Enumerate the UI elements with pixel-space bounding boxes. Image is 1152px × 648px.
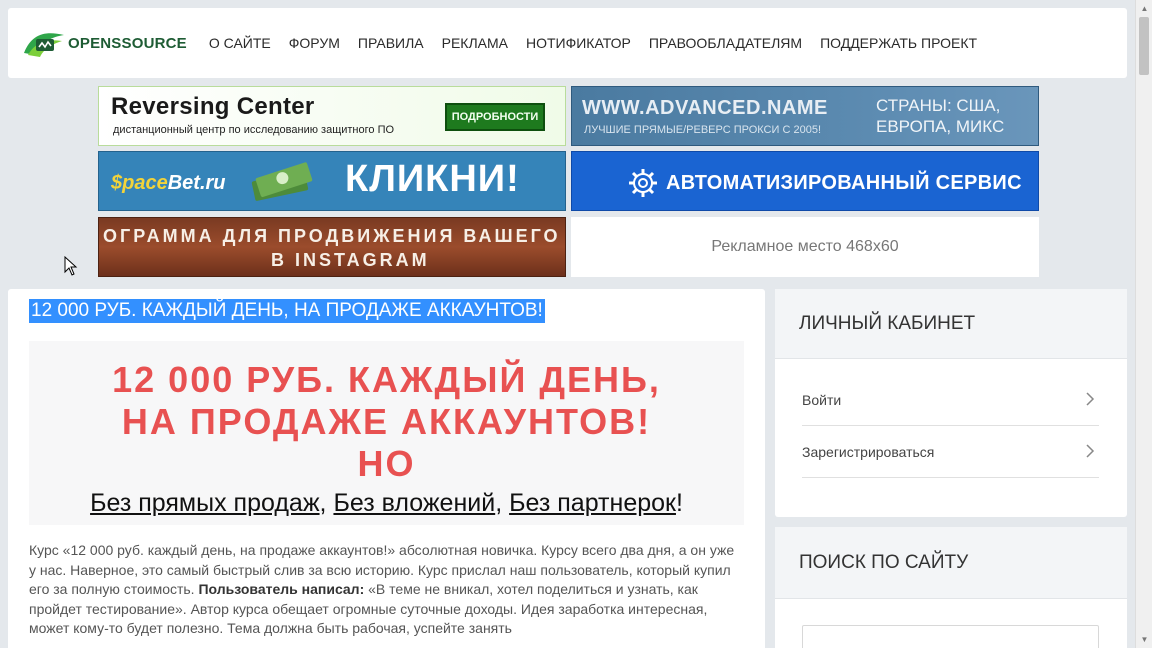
- login-link[interactable]: Войти: [802, 374, 1099, 426]
- promo-line1: 12 000 РУБ. КАЖДЫЙ ДЕНЬ,: [112, 359, 661, 400]
- banner-spacebet[interactable]: $paceBet.ru КЛИКНИ!: [98, 151, 566, 211]
- banner-placeholder-text: Рекламное место 468х60: [711, 238, 899, 255]
- banner-instagram[interactable]: ОГРАММА ДЛЯ ПРОДВИЖЕНИЯ ВАШЕГО БИЗНЕ В I…: [98, 217, 566, 277]
- scroll-down-arrow-icon[interactable]: ▼: [1136, 631, 1152, 648]
- promo-sub-item: Без вложений: [333, 489, 496, 517]
- promo-line3: НО: [357, 443, 416, 484]
- banner-line2: В INSTAGRAM: [271, 250, 430, 270]
- banner-automated-service[interactable]: АВТОМАТИЗИРОВАННЫЙ СЕРВИС: [571, 151, 1039, 211]
- nav-copyright[interactable]: ПРАВООБЛАДАТЕЛЯМ: [649, 35, 802, 51]
- banner-countries-line2: ЕВРОПА, МИКС: [876, 117, 1005, 136]
- chevron-right-icon: [1086, 392, 1095, 406]
- nav-about[interactable]: О САЙТЕ: [209, 35, 271, 51]
- register-link[interactable]: Зарегистрироваться: [802, 426, 1099, 478]
- post-body: Курс «12 000 руб. каждый день, на продаж…: [29, 541, 741, 639]
- banner-text: АВТОМАТИЗИРОВАННЫЙ СЕРВИС: [666, 172, 1022, 194]
- banner-details-button[interactable]: ПОДРОБНОСТИ: [445, 103, 545, 131]
- main-nav: О САЙТЕ ФОРУМ ПРАВИЛА РЕКЛАМА НОТИФИКАТО…: [209, 35, 995, 51]
- spacebet-logo: $paceBet.ru: [111, 172, 226, 195]
- banner-title: Reversing Center: [111, 93, 315, 120]
- banner-reversing-center[interactable]: Reversing Center дистанционный центр по …: [98, 86, 566, 146]
- login-label: Войти: [802, 391, 842, 408]
- scroll-thumb[interactable]: [1139, 17, 1149, 75]
- account-widget-title: ЛИЧНЫЙ КАБИНЕТ: [775, 289, 1127, 359]
- promo-sub-separator: ,: [319, 489, 334, 517]
- post-text-bold: Пользователь написал:: [198, 581, 365, 597]
- spacebet-logo-bet: Bet: [167, 172, 200, 194]
- banner-countries: СТРАНЫ: США, ЕВРОПА, МИКС: [876, 95, 1004, 137]
- banner-advanced-name[interactable]: WWW.ADVANCED.NAME ЛУЧШИЕ ПРЯМЫЕ/РЕВЕРС П…: [571, 86, 1039, 146]
- banner-placeholder[interactable]: Рекламное место 468х60: [571, 217, 1039, 277]
- page-scrollbar[interactable]: ▲ ▼: [1135, 0, 1152, 648]
- nav-advertising[interactable]: РЕКЛАМА: [442, 35, 508, 51]
- search-input[interactable]: [802, 625, 1099, 648]
- promo-subtitle: Без прямых продаж, Без вложений, Без пар…: [29, 489, 744, 518]
- banner-subtitle: дистанционный центр по исследованию защи…: [113, 124, 395, 136]
- spacebet-logo-dollar: $pace: [111, 172, 168, 194]
- post-title[interactable]: 12 000 РУБ. КАЖДЫЙ ДЕНЬ, НА ПРОДАЖЕ АККА…: [29, 299, 545, 323]
- promo-sub-end: !: [675, 489, 683, 517]
- promo-sub-separator: ,: [495, 489, 510, 517]
- logo-text: OPENSSOURCE: [68, 34, 187, 52]
- search-widget: ПОИСК ПО САЙТУ: [775, 527, 1127, 648]
- promo-sub-item: Без прямых продаж: [90, 489, 320, 517]
- site-logo[interactable]: OPENSSOURCE: [22, 27, 187, 59]
- nav-forum[interactable]: ФОРУМ: [289, 35, 340, 51]
- banner-subtitle: ЛУЧШИЕ ПРЯМЫЕ/РЕВЕРС ПРОКСИ С 2005!: [584, 124, 821, 136]
- post-promo-image: 12 000 РУБ. КАЖДЫЙ ДЕНЬ, НА ПРОДАЖЕ АККА…: [29, 341, 744, 525]
- money-stack-icon: [251, 162, 313, 201]
- post-content: 12 000 РУБ. КАЖДЫЙ ДЕНЬ, НА ПРОДАЖЕ АККА…: [8, 289, 765, 648]
- promo-sub-item: Без партнерок: [509, 489, 676, 517]
- site-header: OPENSSOURCE О САЙТЕ ФОРУМ ПРАВИЛА РЕКЛАМ…: [8, 8, 1127, 78]
- scroll-up-arrow-icon[interactable]: ▲: [1136, 0, 1152, 17]
- banner-title: WWW.ADVANCED.NAME: [582, 97, 828, 119]
- gear-icon: [629, 169, 657, 197]
- banner-line1: ОГРАММА ДЛЯ ПРОДВИЖЕНИЯ ВАШЕГО БИЗНЕ: [103, 226, 565, 246]
- mouse-cursor-icon: [64, 256, 78, 276]
- nav-rules[interactable]: ПРАВИЛА: [358, 35, 424, 51]
- banner-click-cta: КЛИКНИ!: [345, 158, 520, 200]
- register-label: Зарегистрироваться: [802, 443, 935, 460]
- spacebet-logo-tld: .ru: [199, 172, 226, 194]
- logo-icon: [24, 33, 64, 57]
- chevron-right-icon: [1086, 444, 1095, 458]
- banner-countries-line1: СТРАНЫ: США,: [876, 96, 1001, 115]
- account-widget: ЛИЧНЫЙ КАБИНЕТ Войти Зарегистрироваться: [775, 289, 1127, 517]
- nav-notifier[interactable]: НОТИФИКАТОР: [526, 35, 631, 51]
- nav-support[interactable]: ПОДДЕРЖАТЬ ПРОЕКТ: [820, 35, 977, 51]
- search-widget-title: ПОИСК ПО САЙТУ: [775, 527, 1127, 599]
- promo-line2: НА ПРОДАЖЕ АККАУНТОВ!: [121, 401, 652, 442]
